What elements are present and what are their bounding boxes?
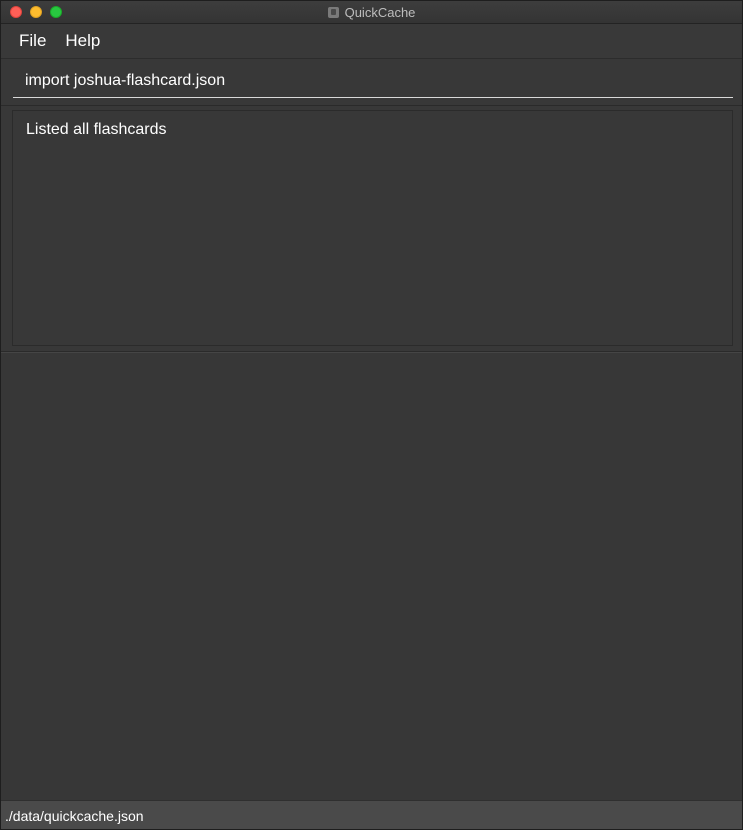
menu-file[interactable]: File — [10, 31, 55, 51]
result-display[interactable]: Listed all flashcards — [12, 110, 733, 346]
window-title: QuickCache — [344, 4, 416, 20]
status-bar: ./data/quickcache.json — [1, 800, 742, 829]
menu-help[interactable]: Help — [56, 31, 109, 51]
flashcard-list-panel[interactable] — [1, 353, 742, 800]
app-icon — [327, 6, 339, 18]
command-input[interactable] — [13, 65, 733, 98]
app-window: QuickCache File Help Listed all flashcar… — [0, 0, 743, 830]
command-box — [1, 59, 742, 105]
result-message: Listed all flashcards — [26, 121, 167, 138]
divider — [1, 105, 742, 106]
window-title-group: QuickCache — [1, 1, 742, 23]
title-bar[interactable]: QuickCache — [1, 1, 742, 24]
save-location-path: ./data/quickcache.json — [5, 808, 144, 824]
menu-bar: File Help — [1, 24, 742, 59]
